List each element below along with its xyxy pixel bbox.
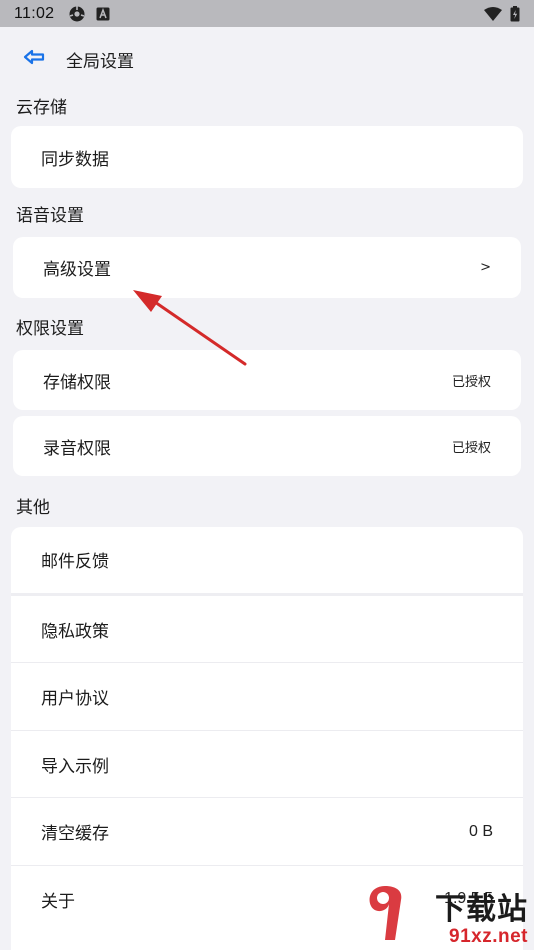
cache-size: 0 B (468, 822, 493, 840)
setting-label: 高级设置 (43, 260, 111, 280)
status-time: 11:02 (14, 4, 55, 22)
back-arrow-icon (23, 49, 45, 69)
setting-row-clear-cache[interactable]: 清空缓存 0 B (11, 798, 523, 865)
card-record-permission: 录音权限 已授权 (13, 416, 521, 476)
status-bar: 11:02 (0, 0, 534, 27)
watermark-url: 91xz.net (449, 926, 528, 947)
permission-status: 已授权 (451, 440, 491, 456)
setting-label: 用户协议 (41, 689, 109, 709)
setting-row-record-permission[interactable]: 录音权限 已授权 (13, 416, 521, 476)
page-title: 全局设置 (66, 51, 134, 72)
setting-label: 导入示例 (41, 756, 109, 777)
section-title-voice-settings: 语音设置 (16, 206, 84, 226)
setting-label: 清空缓存 (41, 824, 109, 844)
setting-row-import-example[interactable]: 导入示例 (11, 731, 523, 797)
setting-row-advanced-settings[interactable]: 高级设置 > (13, 237, 521, 298)
card-voice-settings: 高级设置 > (13, 237, 521, 298)
chevron-right-icon: > (480, 260, 491, 275)
watermark-text: 下载站 (435, 892, 528, 927)
setting-row-email-feedback[interactable]: 邮件反馈 (11, 527, 523, 591)
section-title-permissions: 权限设置 (16, 319, 84, 339)
setting-label: 邮件反馈 (41, 551, 109, 572)
card-cloud-storage: 同步数据 (11, 126, 523, 188)
watermark: 下载站 91xz.net (359, 880, 534, 950)
section-title-cloud-storage: 云存储 (16, 98, 67, 118)
wifi-icon (484, 6, 502, 21)
permission-status: 已授权 (451, 374, 491, 390)
setting-row-privacy-policy[interactable]: 隐私政策 (11, 596, 523, 662)
back-button[interactable] (14, 39, 54, 79)
setting-row-user-agreement[interactable]: 用户协议 (11, 663, 523, 730)
watermark-logo-icon (363, 882, 407, 946)
card-storage-permission: 存储权限 已授权 (13, 350, 521, 410)
a-badge-icon (96, 7, 110, 21)
setting-label: 同步数据 (41, 149, 109, 170)
setting-row-sync-data[interactable]: 同步数据 (11, 126, 523, 188)
app-header: 全局设置 (0, 27, 534, 91)
setting-label: 录音权限 (43, 438, 111, 459)
battery-icon (510, 5, 520, 22)
sync-icon (68, 5, 86, 23)
setting-label: 隐私政策 (41, 621, 109, 642)
section-title-other: 其他 (16, 498, 50, 518)
setting-label: 存储权限 (43, 372, 111, 393)
setting-row-storage-permission[interactable]: 存储权限 已授权 (13, 350, 521, 410)
